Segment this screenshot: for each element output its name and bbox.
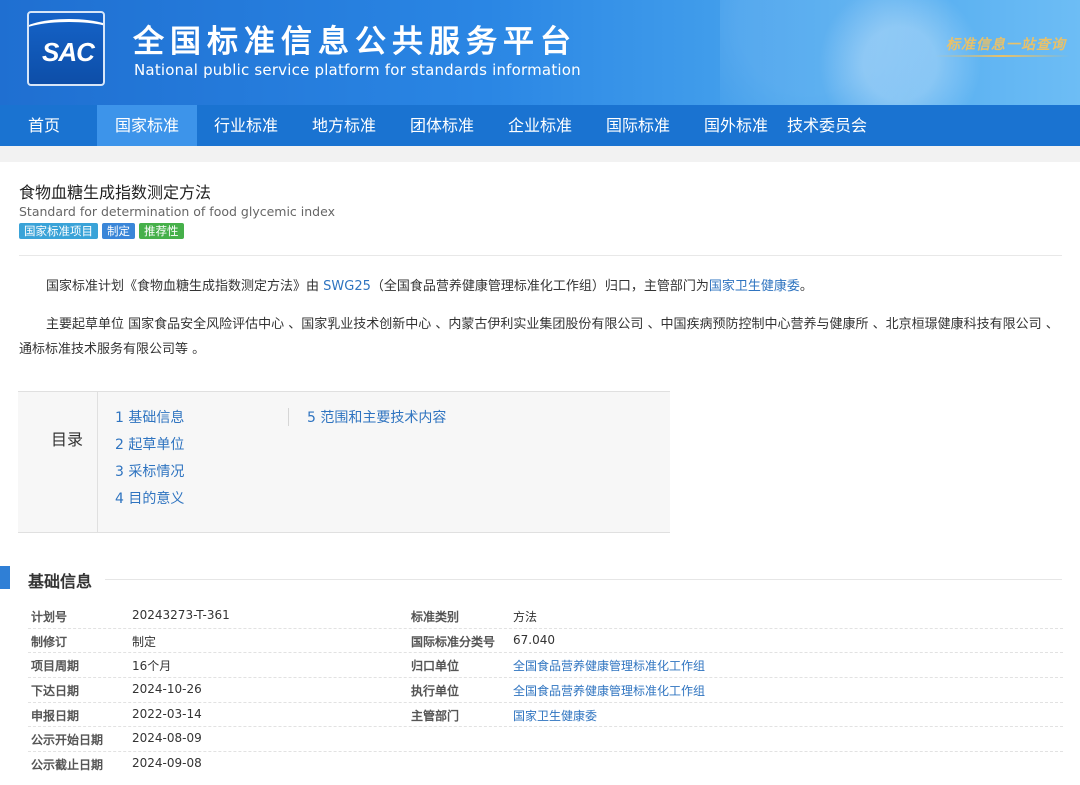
tag-project-type: 国家标准项目 (19, 223, 98, 239)
toc-separator (288, 408, 289, 426)
field-value: 20243273-T-361 (132, 608, 230, 622)
header-banner: SAC 全国标准信息公共服务平台 National public service… (0, 0, 1080, 105)
field-label: 公示截止日期 (31, 758, 104, 773)
field-label: 主管部门 (411, 708, 460, 723)
toc-column: 5 范围和主要技术内容 (307, 408, 446, 435)
field-value: 2022-03-14 (132, 706, 202, 721)
table-row: 制修订 制定 国际标准分类号 67.040 (28, 629, 1063, 654)
standard-title-en: Standard for determination of food glyce… (19, 204, 335, 219)
standard-title: 食物血糖生成指数测定方法 (19, 183, 212, 202)
field-value: 方法 (513, 610, 538, 624)
department-link[interactable]: 国家卫生健康委 (709, 279, 800, 294)
desc-text: 国家标准计划《食物血糖生成指数测定方法》由 (46, 279, 324, 294)
field-label: 计划号 (31, 610, 68, 624)
toc-link-basic-info[interactable]: 1 基础信息 (115, 408, 184, 435)
title-divider (19, 255, 1062, 256)
nav-item-international[interactable]: 国际标准 (589, 105, 687, 146)
field-label: 标准类别 (411, 610, 460, 624)
field-value: 制定 (132, 634, 157, 649)
toc-link-purpose[interactable]: 4 目的意义 (115, 489, 184, 516)
site-title: 全国标准信息公共服务平台 (133, 24, 577, 60)
table-row: 项目周期 16个月 归口单位 全国食品营养健康管理标准化工作组 (28, 653, 1063, 679)
nav-item-industry[interactable]: 行业标准 (197, 105, 295, 146)
description-paragraph: 国家标准计划《食物血糖生成指数测定方法》由 SWG25（全国食品营养健康管理标准… (19, 274, 1064, 299)
section-accent-bar (0, 566, 10, 589)
field-value-link[interactable]: 国家卫生健康委 (513, 707, 597, 724)
toc-label: 目录 (51, 430, 84, 449)
main-nav: 首页 国家标准 行业标准 地方标准 团体标准 企业标准 国际标准 国外标准 技术… (0, 105, 1080, 146)
field-label: 执行单位 (411, 684, 460, 699)
site-subtitle: National public service platform for sta… (134, 61, 581, 79)
field-label: 下达日期 (31, 684, 80, 699)
table-row: 公示开始日期 2024-08-09 (28, 727, 1063, 753)
info-table: 计划号 20243273-T-361 标准类别 方法 制修订 制定 国际标准分类… (28, 604, 1063, 777)
table-row: 下达日期 2024-10-26 执行单位 全国食品营养健康管理标准化工作组 (28, 678, 1063, 703)
logo-text: SAC (42, 37, 95, 67)
table-of-contents: 目录 1 基础信息 2 起草单位 3 采标情况 4 目的意义 5 范围和主要技术… (18, 391, 670, 533)
tag-nature: 推荐性 (139, 223, 184, 239)
slogan-underline (935, 55, 1070, 57)
tag-revision: 制定 (102, 223, 135, 239)
page-divider (0, 146, 1080, 162)
field-label: 归口单位 (411, 659, 460, 674)
field-label: 申报日期 (31, 708, 80, 723)
field-value: 67.040 (513, 632, 555, 647)
field-value: 2024-09-08 (132, 756, 202, 771)
table-row: 计划号 20243273-T-361 标准类别 方法 (28, 604, 1063, 629)
field-label: 制修订 (31, 634, 68, 649)
nav-item-committee[interactable]: 技术委员会 (785, 105, 869, 146)
nav-item-group[interactable]: 团体标准 (393, 105, 491, 146)
nav-item-national[interactable]: 国家标准 (97, 105, 197, 146)
toc-link-scope[interactable]: 5 范围和主要技术内容 (307, 408, 446, 435)
slogan: 标准信息一站查询 (946, 37, 1066, 53)
toc-link-drafters[interactable]: 2 起草单位 (115, 435, 184, 462)
toc-link-adoption[interactable]: 3 采标情况 (115, 462, 184, 489)
table-row: 申报日期 2022-03-14 主管部门 国家卫生健康委 (28, 703, 1063, 728)
section-divider (105, 579, 1062, 580)
desc-text: （全国食品营养健康管理标准化工作组）归口，主管部门为 (370, 279, 709, 294)
nav-item-enterprise[interactable]: 企业标准 (491, 105, 589, 146)
section-title: 基础信息 (28, 572, 93, 591)
tag-list: 国家标准项目 制定 推荐性 (19, 223, 184, 239)
field-value: 2024-08-09 (132, 731, 202, 746)
field-value: 16个月 (132, 659, 172, 674)
field-value-link[interactable]: 全国食品营养健康管理标准化工作组 (513, 657, 705, 674)
toc-label-cell: 目录 (18, 392, 98, 532)
field-value-link[interactable]: 全国食品营养健康管理标准化工作组 (513, 682, 705, 699)
nav-item-home[interactable]: 首页 (0, 105, 88, 146)
sac-logo[interactable]: SAC (27, 11, 105, 86)
field-label: 公示开始日期 (31, 733, 104, 748)
nav-item-foreign[interactable]: 国外标准 (687, 105, 785, 146)
table-row: 公示截止日期 2024-09-08 (28, 752, 1063, 777)
nav-item-local[interactable]: 地方标准 (295, 105, 393, 146)
field-value: 2024-10-26 (132, 682, 202, 697)
toc-column: 1 基础信息 2 起草单位 3 采标情况 4 目的意义 (115, 408, 184, 516)
drafters-paragraph: 主要起草单位 国家食品安全风险评估中心 、国家乳业技术创新中心 、内蒙古伊利实业… (19, 317, 1059, 357)
field-label: 项目周期 (31, 659, 80, 674)
field-label: 国际标准分类号 (411, 634, 496, 649)
committee-link[interactable]: SWG25 (323, 279, 371, 294)
desc-text: 。 (799, 279, 813, 294)
